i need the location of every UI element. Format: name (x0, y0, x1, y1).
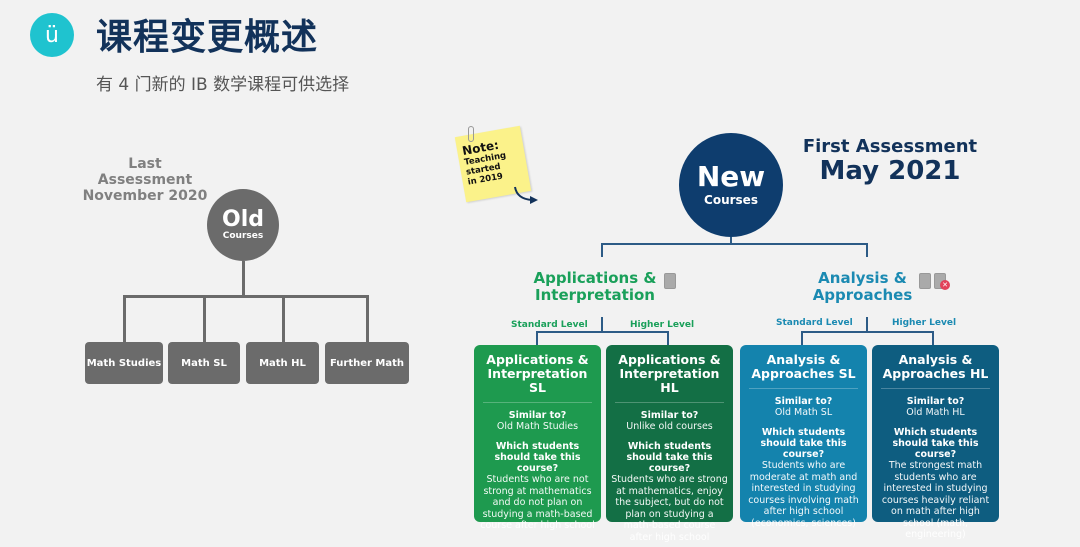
level-label-standard: Standard Level (511, 320, 588, 330)
similar-heading: Similar to? (640, 410, 699, 421)
connector-line (536, 331, 669, 333)
path-title-line1: Analysis & (818, 269, 907, 287)
calculator-icon (919, 273, 931, 289)
who-heading: Which students should take this course? (892, 427, 979, 460)
card-title-line2: Interpretation HL (619, 366, 720, 395)
card-title: Analysis & Approaches SL (749, 353, 858, 389)
course-card-aa-hl: Analysis & Approaches HL Similar to? Old… (872, 345, 999, 540)
old-course-math-hl: Math HL (246, 342, 319, 384)
first-assessment-label: First Assessment May 2021 (790, 136, 990, 185)
who-text: The strongest math students who are inte… (881, 460, 990, 540)
card-title: Analysis & Approaches HL (881, 353, 990, 389)
old-assessment-line2: November 2020 (82, 188, 208, 204)
old-circle-subtitle: Courses (222, 231, 264, 241)
course-card-aa-sl: Analysis & Approaches SL Similar to? Old… (740, 345, 867, 529)
connector-line (123, 295, 369, 298)
card-title-line2: Approaches SL (751, 366, 856, 381)
card-title-line2: Approaches HL (882, 366, 989, 381)
old-course-further-math: Further Math (325, 342, 409, 384)
card-title-line1: Applications & (618, 352, 721, 367)
path-title-analysis: Analysis & Approaches (800, 270, 925, 304)
first-assessment-line2: May 2021 (819, 156, 961, 186)
similar-value: Old Math SL (774, 407, 833, 418)
level-label-higher: Higher Level (630, 320, 695, 330)
connector-line (866, 243, 868, 257)
similar-value: Unlike old courses (626, 421, 713, 432)
card-title: Applications & Interpretation HL (615, 353, 724, 403)
path-title-line2: Approaches (812, 286, 913, 304)
page-title: 课程变更概述 (96, 17, 319, 58)
no-calculator-icon: ✕ (940, 280, 950, 290)
connector-line (667, 331, 669, 345)
old-assessment-line1: Last Assessment (97, 156, 193, 188)
similar-heading: Similar to? (508, 410, 567, 421)
who-heading: Which students should take this course? (626, 441, 713, 474)
connector-line (536, 331, 538, 345)
level-label-standard: Standard Level (776, 318, 853, 328)
curved-arrow-icon (514, 186, 538, 204)
connector-line (203, 295, 206, 343)
connector-line (801, 331, 934, 333)
who-text: Students who are moderate at math and in… (748, 460, 859, 529)
who-heading: Which students should take this course? (494, 441, 581, 474)
calculator-icon (664, 273, 676, 289)
first-assessment-line1: First Assessment (802, 136, 978, 157)
card-title-line1: Analysis & (898, 352, 973, 367)
new-circle-title: New (696, 160, 766, 193)
paperclip-icon (468, 126, 474, 142)
logo-icon: ü (30, 13, 74, 57)
course-card-ai-sl: Applications & Interpretation SL Similar… (474, 345, 601, 531)
path-title-line2: Interpretation (535, 286, 655, 304)
connector-line (601, 243, 603, 257)
old-course-math-studies: Math Studies (85, 342, 163, 384)
who-text: Students who are not strong at mathemati… (480, 474, 595, 531)
path-title-line1: Applications & (533, 269, 657, 287)
similar-heading: Similar to? (906, 396, 965, 407)
old-circle-title: Old (222, 207, 264, 232)
connector-line (601, 317, 603, 332)
page-subtitle: 有 4 门新的 IB 数学课程可供选择 (96, 75, 350, 95)
connector-line (242, 261, 245, 297)
who-text: Students who are strong at mathematics, … (611, 474, 728, 543)
new-circle-subtitle: Courses (704, 193, 758, 207)
card-title-line1: Applications & (486, 352, 589, 367)
connector-line (282, 295, 285, 343)
similar-value: Old Math HL (906, 407, 965, 418)
who-heading: Which students should take this course? (760, 427, 847, 460)
connector-line (123, 295, 126, 343)
card-title-line1: Analysis & (766, 352, 841, 367)
similar-value: Old Math Studies (496, 421, 579, 432)
old-courses-node: Old Courses (207, 189, 279, 261)
connector-line (801, 331, 803, 345)
new-courses-node: New Courses (679, 133, 783, 237)
old-course-math-sl: Math SL (168, 342, 240, 384)
connector-line (366, 295, 369, 343)
similar-heading: Similar to? (774, 396, 833, 407)
card-title: Applications & Interpretation SL (483, 353, 592, 403)
connector-line (932, 331, 934, 345)
connector-line (601, 243, 868, 245)
connector-line (866, 317, 868, 332)
old-assessment-label: Last Assessment November 2020 (80, 156, 210, 204)
path-title-applications: Applications & Interpretation (530, 270, 660, 304)
card-title-line2: Interpretation SL (487, 366, 588, 395)
course-card-ai-hl: Applications & Interpretation HL Similar… (606, 345, 733, 543)
level-label-higher: Higher Level (892, 318, 957, 328)
